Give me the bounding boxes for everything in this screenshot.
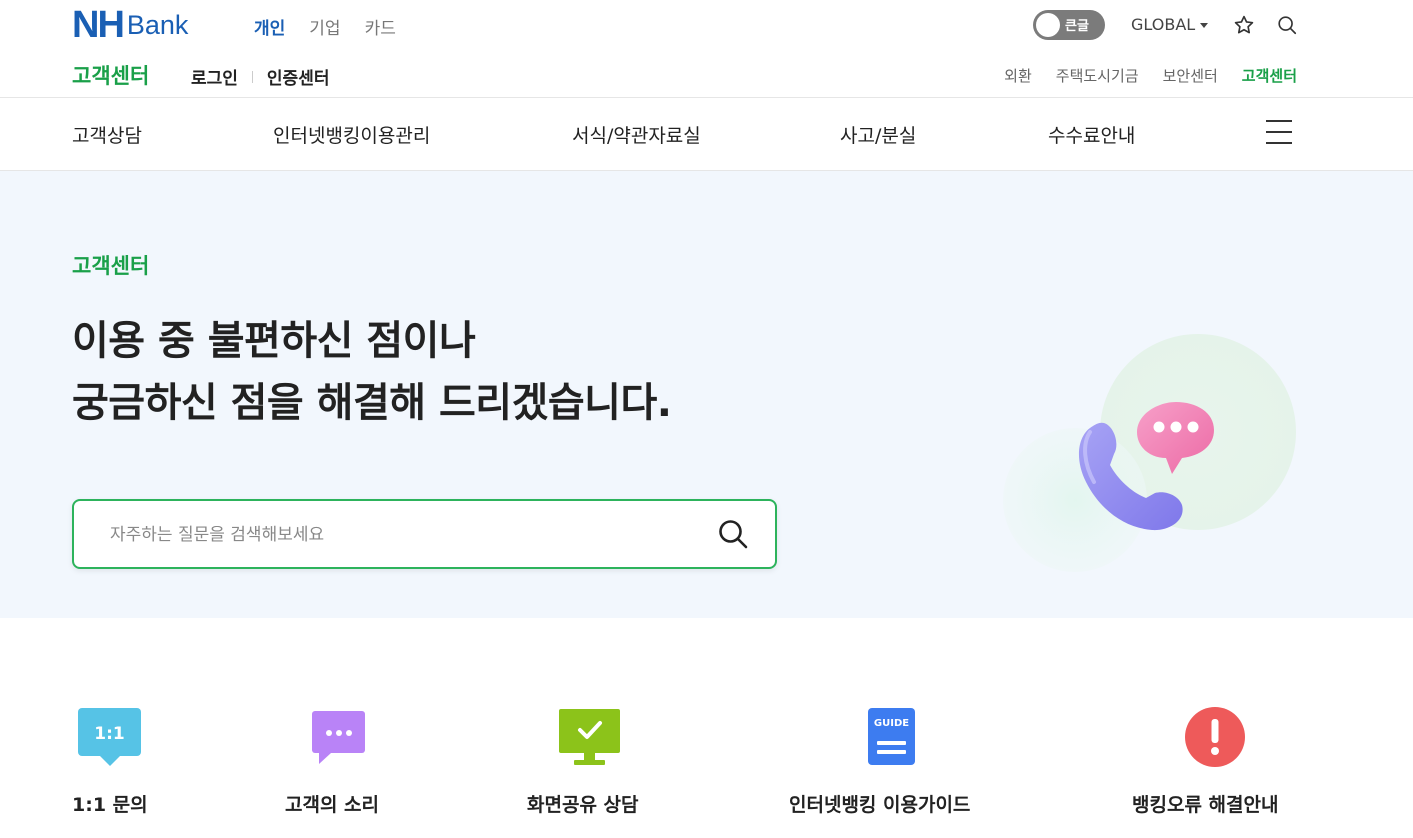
quick-screen-share[interactable]: 화면공유 상담 xyxy=(527,790,639,817)
certificate-center-link[interactable]: 인증센터 xyxy=(267,64,330,89)
hero-eyebrow: 고객센터 xyxy=(72,254,150,278)
logo-nh-text: NH xyxy=(72,4,125,46)
one-to-one-icon-text: 1:1 xyxy=(94,724,124,744)
logo-bank-text: Bank xyxy=(126,10,189,40)
customer-center-title[interactable]: 고객센터 xyxy=(72,60,149,90)
search-icon xyxy=(719,520,748,549)
quick-one-to-one[interactable]: 1:1 문의 xyxy=(72,790,148,817)
guide-document-icon[interactable]: GUIDE xyxy=(867,707,917,771)
guide-icon-text: GUIDE xyxy=(874,718,909,729)
faq-search-box xyxy=(72,499,777,569)
caret-down-icon xyxy=(1200,23,1209,28)
quick-voice-of-customer[interactable]: 고객의 소리 xyxy=(285,790,379,817)
nav-fee-guide[interactable]: 수수료안내 xyxy=(1048,121,1135,148)
login-link[interactable]: 로그인 xyxy=(191,64,238,89)
star-icon[interactable] xyxy=(1233,14,1255,40)
hero-headline-line2: 궁금하신 점을 해결해 드리겠습니다. xyxy=(72,380,672,426)
nav-accident-loss[interactable]: 사고/분실 xyxy=(840,121,916,148)
toggle-label: 큰글 xyxy=(1065,19,1089,34)
segment-personal-link[interactable]: 개인 xyxy=(254,14,285,39)
search-icon[interactable] xyxy=(1276,14,1298,40)
global-dropdown[interactable]: GLOBAL xyxy=(1131,15,1209,34)
speech-bubble-icon[interactable] xyxy=(311,710,367,770)
quick-one-to-one-label: 1:1 문의 xyxy=(72,794,148,816)
header-divider xyxy=(0,97,1413,98)
faq-search-input[interactable] xyxy=(108,519,712,551)
toggle-knob xyxy=(1036,13,1060,37)
quick-guide-label: 인터넷뱅킹 이용가이드 xyxy=(789,794,971,816)
segment-card-link[interactable]: 카드 xyxy=(365,14,396,39)
phone-chat-icon xyxy=(1000,330,1300,579)
nav-customer-consult[interactable]: 고객상담 xyxy=(72,121,142,148)
segment-business-link[interactable]: 기업 xyxy=(309,14,340,39)
customer-center-link[interactable]: 고객센터 xyxy=(1242,65,1297,86)
segment-nav: 개인 기업 카드 xyxy=(254,14,396,39)
housing-fund-link[interactable]: 주택도시기금 xyxy=(1056,65,1139,86)
quick-error-label: 뱅킹오류 해결안내 xyxy=(1132,794,1279,816)
one-to-one-chat-icon[interactable]: 1:1 xyxy=(78,708,142,772)
forex-link[interactable]: 외환 xyxy=(1004,65,1032,86)
hero-headline-line1: 이용 중 불편하신 점이나 xyxy=(72,318,476,364)
hamburger-menu-icon[interactable] xyxy=(1266,120,1292,144)
security-center-link[interactable]: 보안센터 xyxy=(1163,65,1218,86)
quick-voice-label: 고객의 소리 xyxy=(285,794,380,816)
quick-internet-banking-guide[interactable]: 인터넷뱅킹 이용가이드 xyxy=(789,790,970,817)
large-font-toggle[interactable]: 큰글 xyxy=(1033,10,1105,40)
nh-bank-logo[interactable]: NH Bank xyxy=(72,4,189,46)
link-divider xyxy=(251,70,253,83)
auth-links: 로그인 인증센터 xyxy=(191,64,329,89)
alert-icon[interactable] xyxy=(1184,706,1246,772)
global-label: GLOBAL xyxy=(1131,15,1196,34)
monitor-check-icon[interactable] xyxy=(558,708,622,770)
faq-search-button[interactable] xyxy=(716,517,750,555)
nav-internet-banking-management[interactable]: 인터넷뱅킹이용관리 xyxy=(273,121,430,148)
quick-banking-error-guide[interactable]: 뱅킹오류 해결안내 xyxy=(1132,790,1278,817)
utility-links: 외환 주택도시기금 보안센터 고객센터 xyxy=(1004,65,1297,86)
nav-forms-terms[interactable]: 서식/약관자료실 xyxy=(572,121,701,148)
quick-screen-share-label: 화면공유 상담 xyxy=(527,794,639,816)
